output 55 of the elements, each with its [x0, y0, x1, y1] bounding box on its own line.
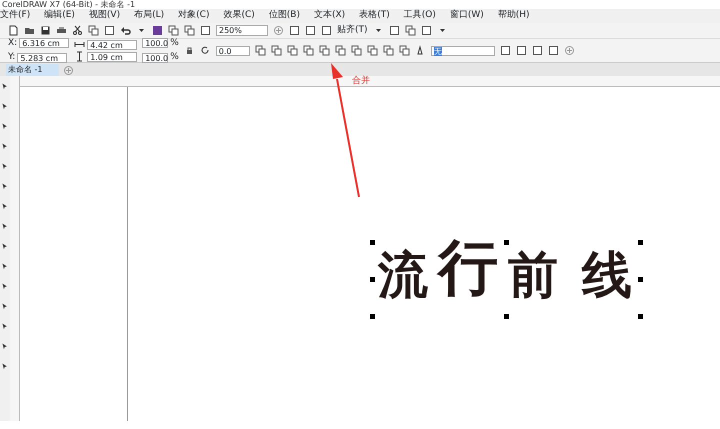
percent-sign: %: [170, 51, 179, 64]
new-document-icon[interactable]: [8, 25, 19, 36]
canvas-character: 行: [438, 238, 498, 300]
save-icon[interactable]: [40, 25, 51, 36]
menu-item[interactable]: 文本(X): [314, 9, 346, 23]
selection-handle[interactable]: [504, 314, 509, 319]
annotation-label: 合并: [352, 75, 370, 88]
x-label: X:: [8, 36, 18, 50]
percent-sign: %: [170, 36, 179, 50]
menu-item[interactable]: 工具(O): [404, 9, 436, 23]
scale-y-field[interactable]: 100.0: [142, 52, 168, 63]
folder-icon[interactable]: [24, 25, 35, 36]
snap-menu[interactable]: 贴齐(T): [337, 24, 368, 38]
y-label: Y:: [8, 51, 16, 64]
square-icon[interactable]: [532, 45, 543, 56]
menu-item[interactable]: 窗口(W): [450, 9, 484, 23]
scissors-icon[interactable]: [72, 25, 83, 36]
x-position-field[interactable]: 6.316 cm: [19, 38, 70, 48]
canvas-character: 线: [582, 250, 632, 300]
menu-item[interactable]: 表格(T): [359, 9, 390, 23]
menu-item[interactable]: 文件(F): [0, 9, 30, 23]
add-icon[interactable]: [564, 45, 575, 56]
menu-item[interactable]: 布局(L): [134, 9, 164, 23]
menu-item[interactable]: 效果(C): [223, 9, 255, 23]
pointer-icon[interactable]: [1, 82, 9, 90]
menu-item[interactable]: 位图(B): [268, 9, 300, 23]
square-icon[interactable]: [516, 45, 527, 56]
menu-item[interactable]: 编辑(E): [44, 9, 75, 23]
menu-item[interactable]: 视图(V): [88, 9, 120, 23]
canvas-character: 前: [508, 250, 558, 300]
undo-icon[interactable]: [120, 25, 131, 36]
app-launcher-icon[interactable]: [152, 25, 163, 36]
width-field[interactable]: 4.42 cm: [87, 40, 138, 50]
menu-item[interactable]: 对象(C): [178, 9, 210, 23]
scale-x-field[interactable]: 100.0: [142, 38, 168, 48]
canvas-character: 流: [378, 250, 428, 300]
copy-icon[interactable]: [88, 25, 99, 36]
selection-handle[interactable]: [504, 240, 509, 245]
selection-handle[interactable]: [638, 277, 643, 282]
rotate-icon: [200, 45, 211, 56]
selection-handle[interactable]: [370, 314, 375, 319]
y-position-field[interactable]: 5.283 cm: [17, 52, 68, 63]
window-title: CorelDRAW X7 (64-Bit) - 未命名 -1: [1, 0, 136, 9]
document-tab[interactable]: 未命名 -1: [6, 64, 59, 76]
menu-item[interactable]: 帮助(H): [498, 9, 530, 23]
selection-handle[interactable]: [638, 314, 643, 319]
selection-handle[interactable]: [370, 277, 375, 282]
outline-dropdown[interactable]: 无: [430, 46, 495, 56]
rotation-field[interactable]: 0.0: [216, 46, 250, 56]
selection-handle[interactable]: [370, 240, 375, 245]
printer-icon[interactable]: [56, 25, 67, 36]
height-field[interactable]: 1.09 cm: [87, 52, 138, 62]
selection-handle[interactable]: [638, 240, 643, 245]
zoom-dropdown[interactable]: 250%: [216, 25, 268, 36]
width-icon: [74, 39, 86, 50]
